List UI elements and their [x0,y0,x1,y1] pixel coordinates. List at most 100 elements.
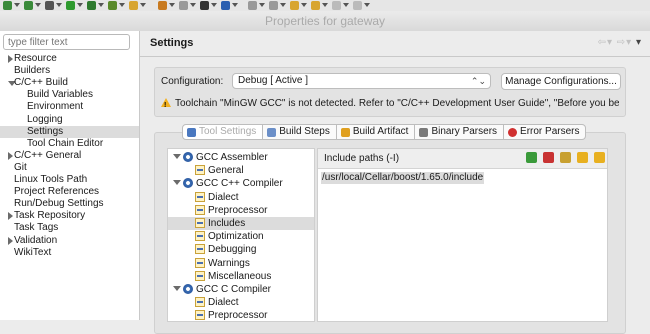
tool-tree-item[interactable]: GCC C Compiler [168,283,314,296]
dropdown-arrow-icon[interactable] [259,3,265,7]
tool-tree-item[interactable]: Debugging [168,243,314,256]
dropdown-arrow-icon[interactable] [364,3,370,7]
edit-path-icon[interactable] [560,152,571,163]
chevron-right-icon[interactable] [8,151,13,160]
move-up-icon[interactable] [577,152,588,163]
sidebar-item-label: Validation [14,234,58,246]
chevron-down-icon[interactable] [173,180,181,186]
sidebar-item[interactable]: Builders [0,65,139,77]
back-icon[interactable]: ⇦▾ [598,37,613,48]
tool-tree-item[interactable]: Dialect [168,296,314,309]
build-icon[interactable] [179,1,188,10]
add-path-icon[interactable] [526,152,537,163]
sidebar-item[interactable]: Tool Chain Editor [0,138,139,150]
sidebar-item[interactable]: C/C++ Build [0,77,139,89]
sidebar-item[interactable]: Resource [0,53,139,65]
settings-icon[interactable] [45,1,54,10]
option-page-icon [195,191,205,202]
tool-tree-label: Preprocessor [208,310,268,322]
pin-icon[interactable] [248,1,257,10]
dropdown-arrow-icon[interactable] [140,3,146,7]
sidebar-item-label: Builders [14,65,51,77]
next-icon[interactable] [311,1,320,10]
tool-tree-item[interactable]: GCC C++ Compiler [168,177,314,190]
dropdown-arrow-icon[interactable] [56,3,62,7]
dropdown-arrow-icon[interactable] [98,3,104,7]
back-icon[interactable] [332,1,341,10]
tab-tool-settings[interactable]: Tool Settings [182,124,264,140]
option-page-icon [195,297,205,308]
sidebar-item[interactable]: Run/Debug Settings [0,198,139,210]
down-icon[interactable] [269,1,278,10]
filter-input[interactable] [3,34,130,50]
dropdown-arrow-icon[interactable] [14,3,20,7]
sidebar-item[interactable]: Validation [0,235,139,247]
tool-tree-item[interactable]: Dialect [168,191,314,204]
sidebar-item[interactable]: WikiText [0,247,139,259]
tab-build-steps[interactable]: Build Steps [263,124,337,140]
external-tools-icon[interactable] [87,1,96,10]
sidebar-item[interactable]: Task Repository [0,210,139,222]
dropdown-arrow-icon[interactable] [280,3,286,7]
tool-tree-item[interactable]: Optimization [168,230,314,243]
option-page-icon [195,231,205,242]
sidebar-item[interactable]: Build Variables [0,89,139,101]
folder-icon[interactable] [129,1,138,10]
tool-tree-item[interactable]: Preprocessor [168,204,314,217]
tool-tree-item[interactable]: Miscellaneous [168,270,314,283]
monitor-icon[interactable] [221,1,230,10]
forward-icon[interactable]: ⇨▾ [617,37,632,48]
chevron-right-icon[interactable] [8,236,13,245]
manage-configurations-button[interactable]: Manage Configurations... [501,73,621,90]
tab-build-artifact[interactable]: Build Artifact [336,124,416,140]
sidebar-item[interactable]: C/C++ General [0,150,139,162]
dropdown-arrow-icon[interactable] [35,3,41,7]
tools-icon[interactable] [108,1,117,10]
sidebar-item[interactable]: Linux Tools Path [0,174,139,186]
view-menu-icon[interactable]: ▾ [636,37,642,48]
dropdown-arrow-icon[interactable] [322,3,328,7]
sidebar-item[interactable]: Project References [0,186,139,198]
user-icon[interactable] [200,1,209,10]
sidebar-item-label: Environment [27,101,84,113]
dropdown-arrow-icon[interactable] [119,3,125,7]
delete-path-icon[interactable] [543,152,554,163]
sidebar-item[interactable]: Logging [0,114,139,126]
tool-tree-item[interactable]: Preprocessor [168,309,314,322]
tab-binary-parsers[interactable]: Binary Parsers [415,124,505,140]
sidebar-item[interactable]: Git [0,162,139,174]
sidebar-item[interactable]: Environment [0,101,139,113]
dropdown-arrow-icon[interactable] [232,3,238,7]
tool-tree-label: Optimization [208,231,264,243]
chevron-down-icon[interactable] [173,286,181,291]
sidebar-item[interactable]: Settings [0,125,139,138]
dropdown-arrow-icon[interactable] [77,3,83,7]
tool-tree-label: GCC C Compiler [196,284,272,295]
tool-tree-item[interactable]: GCC Assembler [168,151,314,164]
chevron-down-icon[interactable] [173,154,181,159]
window-titlebar: Properties for gateway [0,11,650,32]
include-path-entry[interactable]: /usr/local/Cellar/boost/1.65.0/include [321,172,485,184]
tool-tree-item[interactable]: General [168,164,314,177]
configuration-select[interactable]: Debug [ Active ] ⌃⌄ [232,73,491,89]
dropdown-arrow-icon[interactable] [190,3,196,7]
dropdown-arrow-icon[interactable] [301,3,307,7]
run-icon[interactable] [24,1,33,10]
tool-tree-item[interactable]: Includes [168,217,314,230]
tool-tree-item[interactable]: Warnings [168,257,314,270]
dropdown-arrow-icon[interactable] [169,3,175,7]
chevron-right-icon[interactable] [8,55,13,63]
bug-icon[interactable] [3,1,12,10]
move-down-icon[interactable] [594,152,605,163]
pen-icon[interactable] [158,1,167,10]
up-icon[interactable] [290,1,299,10]
option-page-icon [195,244,205,255]
dropdown-arrow-icon[interactable] [211,3,217,7]
chevron-right-icon[interactable] [8,212,13,221]
sidebar-item-label: Tool Chain Editor [27,137,104,149]
forward-icon[interactable] [353,1,362,10]
sidebar-item[interactable]: Task Tags [0,222,139,234]
play-icon[interactable] [66,1,75,10]
dropdown-arrow-icon[interactable] [343,3,349,7]
tab-error-parsers[interactable]: Error Parsers [504,124,587,140]
